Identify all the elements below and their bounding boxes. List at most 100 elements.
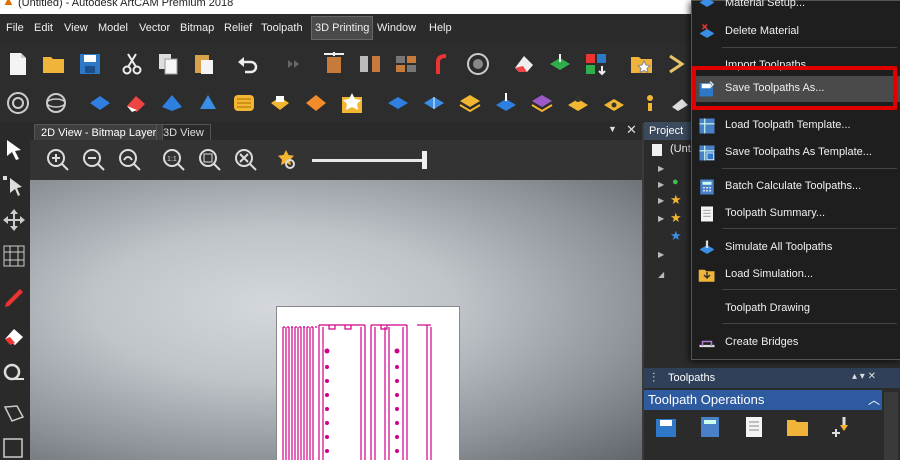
favourite-folder-icon[interactable] <box>630 52 654 76</box>
zoom-box-icon[interactable] <box>198 148 222 172</box>
menu-bitmap[interactable]: Bitmap <box>180 22 214 34</box>
menu-item-create-bridges[interactable]: Create Bridges <box>692 330 900 356</box>
node-edit-icon[interactable] <box>2 174 26 198</box>
calculator-icon[interactable] <box>698 415 722 439</box>
menu-file[interactable]: File <box>6 22 24 34</box>
tree-collapse-icon[interactable]: ◢ <box>658 270 664 279</box>
viewport-2d[interactable] <box>30 180 642 460</box>
menu-item-save-toolpaths-as-template[interactable]: Save Toolpaths As Template... <box>692 140 900 166</box>
project-root-label[interactable]: (Unti <box>670 143 693 155</box>
cut-icon[interactable] <box>120 52 144 76</box>
relief-fill-icon[interactable] <box>602 91 626 115</box>
tree-expander-icon[interactable]: ▶ <box>658 196 664 205</box>
eraser-icon[interactable] <box>512 52 536 76</box>
zoom-out-icon[interactable] <box>82 148 106 172</box>
relief-pattern-icon[interactable] <box>232 91 256 115</box>
menu-item-toolpath-summary[interactable]: Toolpath Summary... <box>692 201 900 227</box>
menu-item-load-toolpath-template[interactable]: Load Toolpath Template... <box>692 113 900 139</box>
menu-separator <box>722 228 897 229</box>
menu-relief[interactable]: Relief <box>224 22 252 34</box>
relief-sweep-icon[interactable] <box>160 91 184 115</box>
menu-item-material-setup[interactable]: Material Setup... <box>692 0 900 17</box>
tree-expander-icon[interactable]: ▶ <box>658 180 664 189</box>
relief-tool-icon[interactable] <box>668 91 692 115</box>
menu-view[interactable]: View <box>64 22 88 34</box>
window-title: (Untitled) - Autodesk ArtCAM Premium 201… <box>18 0 234 9</box>
tree-expander-icon[interactable]: ▶ <box>658 214 664 223</box>
relief-eraser-icon[interactable] <box>124 91 148 115</box>
tree-expander-icon[interactable]: ▶ <box>658 250 664 259</box>
zoom-slider-track[interactable] <box>312 159 426 162</box>
menu-3d-printing[interactable]: 3D Printing <box>311 16 374 40</box>
relief-extrude-icon[interactable] <box>196 91 220 115</box>
menu-item-simulate-all-toolpaths[interactable]: Simulate All Toolpaths <box>692 235 900 261</box>
zoom-previous-icon[interactable] <box>118 148 142 172</box>
menu-window[interactable]: Window <box>377 22 416 34</box>
relief-merge-icon[interactable] <box>422 91 446 115</box>
zoom-star-icon[interactable] <box>276 148 300 172</box>
menu-item-delete-material[interactable]: Delete Material <box>692 19 900 45</box>
mirror-icon[interactable] <box>358 52 382 76</box>
toolpath-drawing <box>282 324 432 460</box>
tool-pen-icon[interactable] <box>430 52 454 76</box>
relief-add-icon[interactable] <box>386 91 410 115</box>
move-icon[interactable] <box>2 208 26 232</box>
paint-eraser-icon[interactable] <box>2 324 26 348</box>
summary-doc-icon[interactable] <box>742 415 766 439</box>
polyline-icon[interactable] <box>2 402 26 426</box>
relief-target-icon[interactable] <box>566 91 590 115</box>
layer-green-icon[interactable] <box>548 52 572 76</box>
zoom-extents-icon[interactable] <box>234 148 258 172</box>
relief-weave-icon[interactable] <box>304 91 328 115</box>
panel-pin-icon[interactable]: ▴ ▾ ✕ <box>852 371 876 382</box>
paste-icon[interactable] <box>192 52 216 76</box>
rectangle-icon[interactable] <box>2 436 26 460</box>
toolpath-drill-icon: ⫶ <box>652 370 656 385</box>
relief-box-icon[interactable] <box>268 91 292 115</box>
relief-stack-icon[interactable] <box>458 91 482 115</box>
rotate-model-icon[interactable] <box>44 91 68 115</box>
menu-toolpath[interactable]: Toolpath <box>261 22 303 34</box>
menu-model[interactable]: Model <box>98 22 128 34</box>
relief-star-icon[interactable] <box>340 91 364 115</box>
info-icon[interactable] <box>638 91 662 115</box>
menu-item-toolpath-drawing[interactable]: Toolpath Drawing <box>692 296 900 322</box>
copy-icon[interactable] <box>156 52 180 76</box>
save-icon[interactable] <box>78 52 102 76</box>
relief-raise-icon[interactable] <box>494 91 518 115</box>
select-arrow-icon[interactable] <box>2 138 26 162</box>
save-toolpath-small-icon[interactable] <box>654 415 678 439</box>
draw-pen-icon[interactable] <box>2 286 26 310</box>
toolpaths-scrollbar[interactable] <box>884 392 898 460</box>
tab-3d-view[interactable]: 3D View <box>156 124 211 141</box>
disk-settings-icon[interactable] <box>466 52 490 76</box>
tab-2d-view[interactable]: 2D View - Bitmap Layer <box>34 124 164 141</box>
folder-template-icon[interactable] <box>786 415 810 439</box>
open-folder-icon[interactable] <box>42 52 66 76</box>
color-grid-icon[interactable] <box>584 52 608 76</box>
menu-help[interactable]: Help <box>429 22 452 34</box>
tab-dropdown-icon[interactable]: ▼ <box>608 124 617 134</box>
tree-expander-icon[interactable]: ▶ <box>658 164 664 173</box>
close-view-icon[interactable]: ✕ <box>626 122 637 138</box>
undo-icon[interactable] <box>236 52 260 76</box>
zoom-slider-handle[interactable] <box>422 151 427 169</box>
menu-vector[interactable]: Vector <box>139 22 170 34</box>
new-file-icon[interactable] <box>6 52 30 76</box>
chevron-right-icon[interactable] <box>664 52 688 76</box>
collapse-chevron-icon[interactable]: ︿ <box>868 391 880 408</box>
tile-icon[interactable] <box>394 52 418 76</box>
zoom-in-icon[interactable] <box>46 148 70 172</box>
zoom-1to1-icon[interactable]: 1:1 <box>162 148 186 172</box>
zoom-model-icon[interactable] <box>6 91 30 115</box>
menu-edit[interactable]: Edit <box>34 22 53 34</box>
menu-item-load-simulation[interactable]: Load Simulation... <box>692 262 900 288</box>
relief-blue-icon[interactable] <box>88 91 112 115</box>
mesh-grid-icon[interactable] <box>2 244 26 268</box>
menu-item-batch-calculate[interactable]: Batch Calculate Toolpaths... <box>692 174 900 200</box>
set-size-icon[interactable] <box>322 52 346 76</box>
add-toolpath-icon[interactable] <box>830 415 854 439</box>
relief-layers-icon[interactable] <box>530 91 554 115</box>
measure-tape-icon[interactable] <box>2 362 26 386</box>
toolpath-operations-header[interactable]: Toolpath Operations ︿ <box>644 390 882 410</box>
